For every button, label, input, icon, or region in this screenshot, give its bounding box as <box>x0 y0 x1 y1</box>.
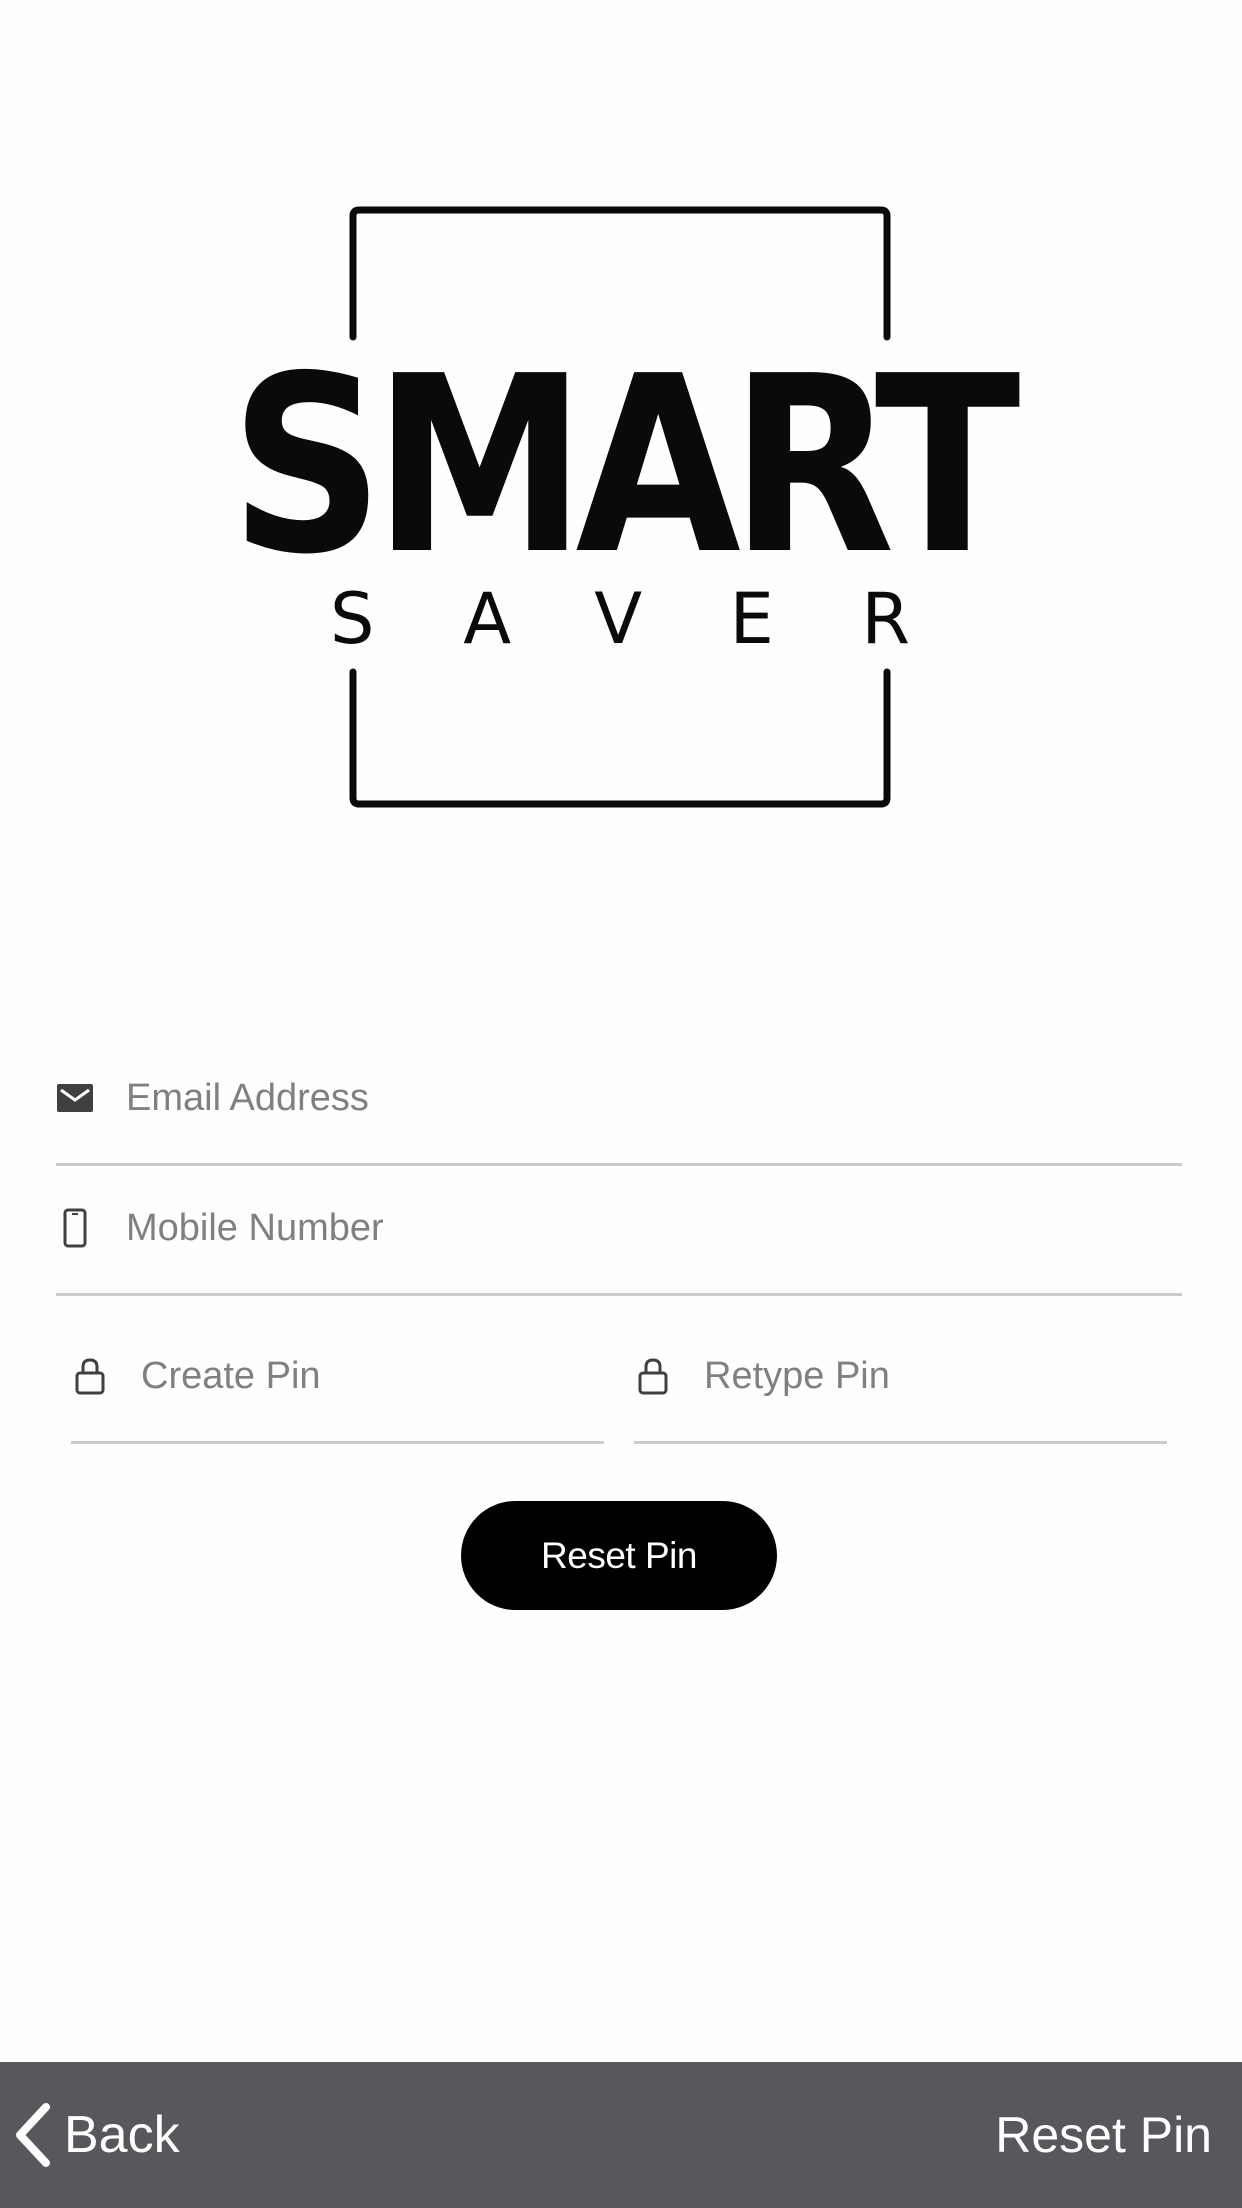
reset-pin-screen: SMART SAVER Email Address Mobile Number … <box>0 0 1242 2208</box>
back-label: Back <box>64 2106 180 2164</box>
screen-title: Reset Pin <box>995 2107 1212 2163</box>
mobile-number-field <box>56 1163 1182 1296</box>
lock-icon <box>634 1354 672 1398</box>
back-button[interactable]: Back <box>12 2062 180 2208</box>
lock-icon <box>71 1354 109 1398</box>
email-input[interactable] <box>126 1033 1182 1163</box>
reset-pin-button[interactable]: Reset Pin <box>461 1501 777 1610</box>
envelope-icon <box>56 1079 94 1117</box>
smart-saver-logo: SMART SAVER <box>220 200 1020 820</box>
create-pin-input[interactable] <box>141 1311 604 1441</box>
chevron-left-icon <box>12 2103 54 2167</box>
mobile-number-input[interactable] <box>126 1163 1182 1293</box>
phone-icon <box>56 1208 94 1248</box>
bottom-nav-bar: Back Reset Pin <box>0 2062 1242 2208</box>
logo-wordmark: SMART <box>230 324 1020 608</box>
retype-pin-input[interactable] <box>704 1311 1167 1441</box>
create-pin-field <box>71 1311 604 1444</box>
email-field <box>56 1033 1182 1166</box>
retype-pin-field <box>634 1311 1167 1444</box>
